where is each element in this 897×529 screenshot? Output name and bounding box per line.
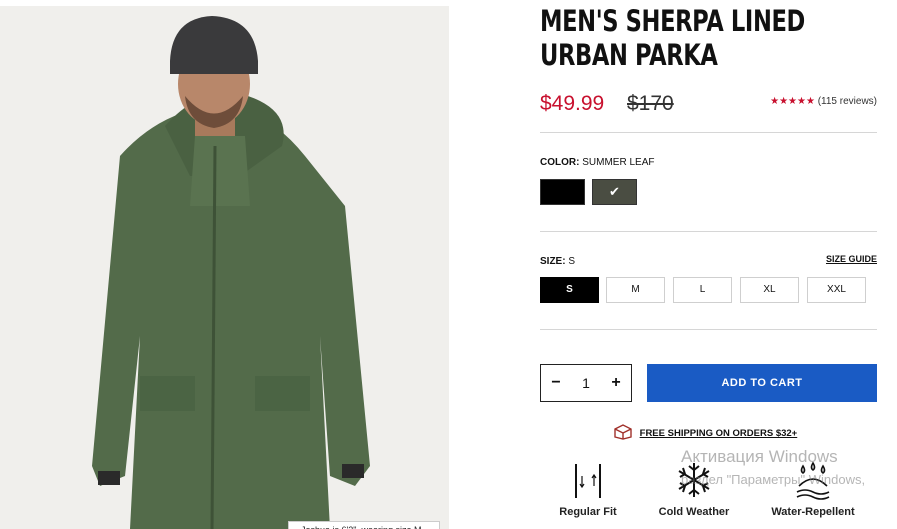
color-swatch-black[interactable]: [540, 179, 585, 205]
color-label-key: COLOR:: [540, 157, 580, 168]
regular-fit-icon: [575, 464, 601, 498]
windows-activation-watermark: Активация Windows: [681, 447, 838, 466]
free-shipping-link[interactable]: FREE SHIPPING ON ORDERS $32+: [613, 424, 797, 443]
size-option-l[interactable]: L: [673, 277, 732, 303]
product-image[interactable]: Joshua is 6'2", wearing size M: [0, 6, 449, 529]
product-title-line1: MEN'S SHERPA LINED: [540, 4, 805, 38]
feature-cold-weather: Cold Weather: [644, 460, 744, 518]
product-title-line2: URBAN PARKA: [540, 38, 718, 72]
free-shipping-text[interactable]: FREE SHIPPING ON ORDERS $32+: [640, 428, 798, 439]
rating[interactable]: ★★★★★ (115 reviews): [770, 96, 877, 107]
qty-increase-button[interactable]: +: [605, 365, 627, 401]
image-caption: Joshua is 6'2", wearing size M: [288, 521, 440, 529]
size-label-key: SIZE:: [540, 256, 566, 267]
feature-water-repellent: Water-Repellent: [763, 460, 863, 518]
model-parka-illustration: [0, 6, 449, 529]
divider: [540, 231, 877, 232]
size-option-m[interactable]: M: [606, 277, 665, 303]
watermark-line2: раздел "Параметры": [681, 472, 806, 487]
size-option-s[interactable]: S: [540, 277, 599, 303]
feature-regular-fit: Regular Fit: [538, 460, 638, 518]
add-to-cart-button[interactable]: ADD TO CART: [647, 364, 877, 402]
shipping-box-icon: [613, 424, 633, 443]
check-icon: ✔: [609, 184, 620, 199]
feature-label: Regular Fit: [559, 506, 617, 518]
feature-label: Cold Weather: [658, 506, 730, 518]
review-count[interactable]: (115 reviews): [818, 96, 877, 107]
size-guide-link[interactable]: SIZE GUIDE: [826, 254, 877, 264]
rating-stars-icon: ★★★★★: [770, 96, 815, 107]
feature-label: Water-Repellent: [771, 506, 855, 518]
divider: [540, 132, 877, 133]
original-price: $170: [627, 92, 674, 115]
product-title: MEN'S SHERPA LINED URBAN PARKA: [540, 4, 805, 72]
watermark-line2-right: Windows,: [808, 472, 866, 487]
divider: [540, 329, 877, 330]
quantity-stepper: − 1 +: [540, 364, 632, 402]
windows-activation-watermark-sub: раздел "Параметры" Windows,: [681, 472, 865, 487]
color-label: COLOR: SUMMER LEAF: [540, 157, 654, 168]
size-option-xxl[interactable]: XXL: [807, 277, 866, 303]
sale-price: $49.99: [540, 92, 605, 115]
size-label: SIZE: S: [540, 256, 575, 267]
qty-decrease-button[interactable]: −: [545, 365, 567, 401]
size-selected-value: S: [568, 256, 576, 267]
qty-value[interactable]: 1: [575, 365, 597, 401]
size-option-xl[interactable]: XL: [740, 277, 799, 303]
price-row: $49.99 $170 ★★★★★ (115 reviews): [540, 92, 877, 118]
color-selected-value: SUMMER LEAF: [582, 157, 655, 168]
color-swatch-summer-leaf[interactable]: ✔: [592, 179, 637, 205]
